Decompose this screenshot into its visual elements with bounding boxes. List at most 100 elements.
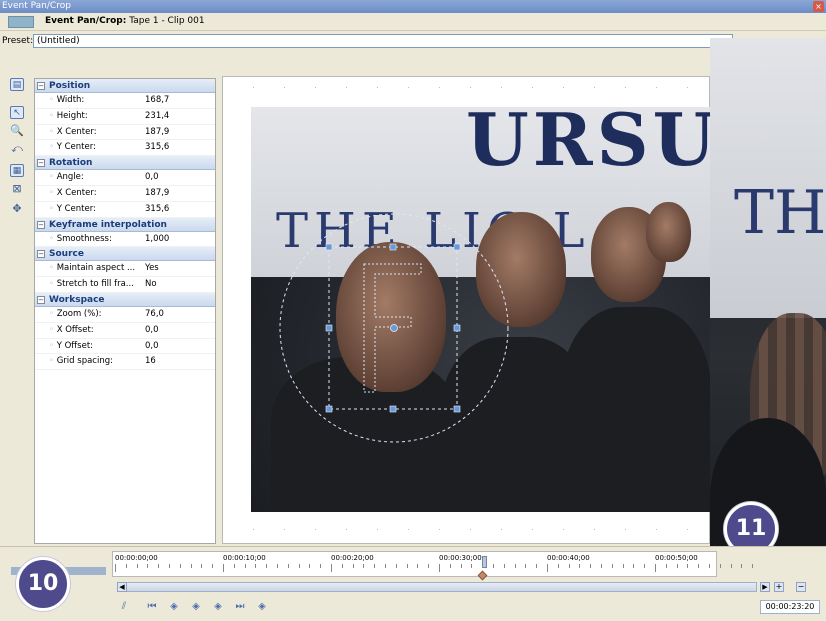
zoom-in-button[interactable]: + xyxy=(774,582,784,592)
properties-grid: −PositionWidth:168,7Height:231,4X Center… xyxy=(34,78,216,544)
property-row[interactable]: Grid spacing: 16 xyxy=(35,354,215,371)
add-keyframe-icon[interactable]: ◈ xyxy=(189,600,203,614)
property-row[interactable]: Maintain aspect ... Yes xyxy=(35,261,215,278)
timeline-scrollbar[interactable]: ◀ xyxy=(117,582,757,592)
property-row[interactable]: Stretch to fill fra... No xyxy=(35,277,215,293)
property-value[interactable]: 315,6 xyxy=(145,140,169,155)
scroll-right-button[interactable]: ▶ xyxy=(760,582,770,592)
property-row[interactable]: Width: 168,7 xyxy=(35,93,215,109)
property-name: Maintain aspect ... xyxy=(49,261,141,276)
property-name: Y Offset: xyxy=(49,339,141,354)
collapse-icon[interactable]: − xyxy=(37,250,45,259)
crop-handle[interactable] xyxy=(325,405,333,413)
collapse-icon[interactable]: − xyxy=(37,82,45,90)
time-tick-mark xyxy=(287,564,289,568)
enable-rotation-icon[interactable]: ⤺ xyxy=(10,142,24,155)
time-tick-mark xyxy=(266,564,268,568)
show-properties-icon[interactable]: ▤ xyxy=(10,78,24,91)
property-row[interactable]: X Center: 187,9 xyxy=(35,186,215,202)
time-tick-mark xyxy=(709,564,710,568)
property-row[interactable]: Angle: 0,0 xyxy=(35,170,215,186)
header-title-bold: Event Pan/Crop: xyxy=(45,16,127,26)
previous-keyframe-icon[interactable]: ◈ xyxy=(167,600,181,614)
property-name: Stretch to fill fra... xyxy=(49,277,141,292)
property-row[interactable]: Height: 231,4 xyxy=(35,109,215,125)
zoom-out-button[interactable]: − xyxy=(796,582,806,592)
property-value[interactable]: 0,0 xyxy=(145,170,159,185)
snap-to-grid-icon[interactable]: ▦ xyxy=(10,164,24,177)
scroll-left-button[interactable]: ◀ xyxy=(117,582,127,592)
property-row[interactable]: Zoom (%): 76,0 xyxy=(35,307,215,323)
lock-aspect-ratio-icon[interactable]: ⊠ xyxy=(10,182,24,195)
first-keyframe-icon[interactable]: ⏮ xyxy=(145,600,159,614)
move-freely-icon[interactable]: ✥ xyxy=(10,202,24,215)
crop-handle[interactable] xyxy=(325,324,333,332)
property-value[interactable]: 187,9 xyxy=(145,186,169,201)
category-workspace[interactable]: − Workspace xyxy=(35,292,215,307)
property-value[interactable]: 231,4 xyxy=(145,109,169,124)
time-tick-mark xyxy=(687,564,689,568)
crop-handle[interactable] xyxy=(389,243,397,251)
keyframe-marker[interactable] xyxy=(477,570,488,581)
collapse-icon[interactable]: − xyxy=(37,159,45,168)
sync-cursor-icon[interactable]: ⫽ xyxy=(117,600,131,614)
category-rotation[interactable]: − Rotation xyxy=(35,156,215,171)
category-keyframe[interactable]: − Keyframe interpolation xyxy=(35,217,215,232)
property-value[interactable]: 1,000 xyxy=(145,232,169,247)
property-row[interactable]: Y Center: 315,6 xyxy=(35,202,215,218)
close-button[interactable]: × xyxy=(813,1,824,12)
last-keyframe-icon[interactable]: ⏭ xyxy=(233,600,247,614)
property-value[interactable]: 315,6 xyxy=(145,202,169,217)
timeline-ruler[interactable]: 00:00:00;00 00:00:10;00 00:00:20;00 00:00:3… xyxy=(112,551,754,581)
property-row[interactable]: Y Offset: 0,0 xyxy=(35,339,215,355)
property-value[interactable]: 76,0 xyxy=(145,307,164,322)
collapse-icon[interactable]: − xyxy=(37,295,45,304)
crop-handle[interactable] xyxy=(389,405,397,413)
time-tick-mark xyxy=(352,564,354,568)
property-value[interactable]: 16 xyxy=(145,354,156,369)
time-tick-mark xyxy=(428,564,430,568)
collapse-icon[interactable]: − xyxy=(37,220,45,229)
zoom-tool-icon[interactable]: 🔍 xyxy=(10,124,24,137)
time-tick-mark xyxy=(482,564,484,568)
property-row[interactable]: Y Center: 315,6 xyxy=(35,140,215,157)
property-value[interactable]: No xyxy=(145,277,157,292)
crop-center-handle[interactable] xyxy=(390,324,398,332)
property-value[interactable]: 187,9 xyxy=(145,125,169,140)
property-row[interactable]: Smoothness: 1,000 xyxy=(35,232,215,248)
delete-keyframe-icon[interactable]: ◈ xyxy=(255,600,269,614)
timecode-display[interactable]: 00:00:23:20 xyxy=(760,600,820,614)
property-value[interactable]: 168,7 xyxy=(145,93,169,108)
crop-handle[interactable] xyxy=(453,324,461,332)
normal-edit-tool-icon[interactable]: ↖ xyxy=(10,106,24,119)
property-value[interactable]: Yes xyxy=(145,261,159,276)
next-keyframe-icon[interactable]: ◈ xyxy=(211,600,225,614)
crop-handle[interactable] xyxy=(453,243,461,251)
time-tick-mark xyxy=(115,564,116,572)
time-tick-mark xyxy=(439,564,440,572)
time-tick-label: 00:00:50;00 xyxy=(655,554,698,562)
property-value[interactable]: 0,0 xyxy=(145,339,159,354)
time-tick-mark xyxy=(395,564,397,568)
property-row[interactable]: X Center: 187,9 xyxy=(35,125,215,141)
time-tick-mark xyxy=(514,564,516,568)
crop-handle[interactable] xyxy=(325,243,333,251)
time-tick-mark xyxy=(309,564,311,568)
zoomed-banner-text: TH xyxy=(734,178,826,248)
property-value[interactable]: 0,0 xyxy=(145,323,159,338)
category-position[interactable]: − Position xyxy=(35,79,215,93)
time-tick-mark xyxy=(374,564,376,568)
header-row: Event Pan/Crop: Tape 1 - Clip 001 xyxy=(0,13,826,31)
crop-overlay[interactable]: F xyxy=(251,107,710,512)
time-tick-mark xyxy=(719,564,721,568)
time-tick-label: 00:00:10;00 xyxy=(223,554,266,562)
crop-handle[interactable] xyxy=(453,405,461,413)
tool-strip: ▤ ↖ 🔍 ⤺ ▦ ⊠ ✥ xyxy=(0,72,33,542)
category-source[interactable]: − Source xyxy=(35,247,215,262)
property-row[interactable]: X Offset: 0,0 xyxy=(35,323,215,339)
time-tick-label: 00:00:30;00 xyxy=(439,554,482,562)
preset-dropdown[interactable]: (Untitled) xyxy=(33,34,733,48)
time-tick-mark xyxy=(471,564,473,568)
time-tick-mark xyxy=(547,564,548,572)
time-tick-mark xyxy=(579,564,581,568)
